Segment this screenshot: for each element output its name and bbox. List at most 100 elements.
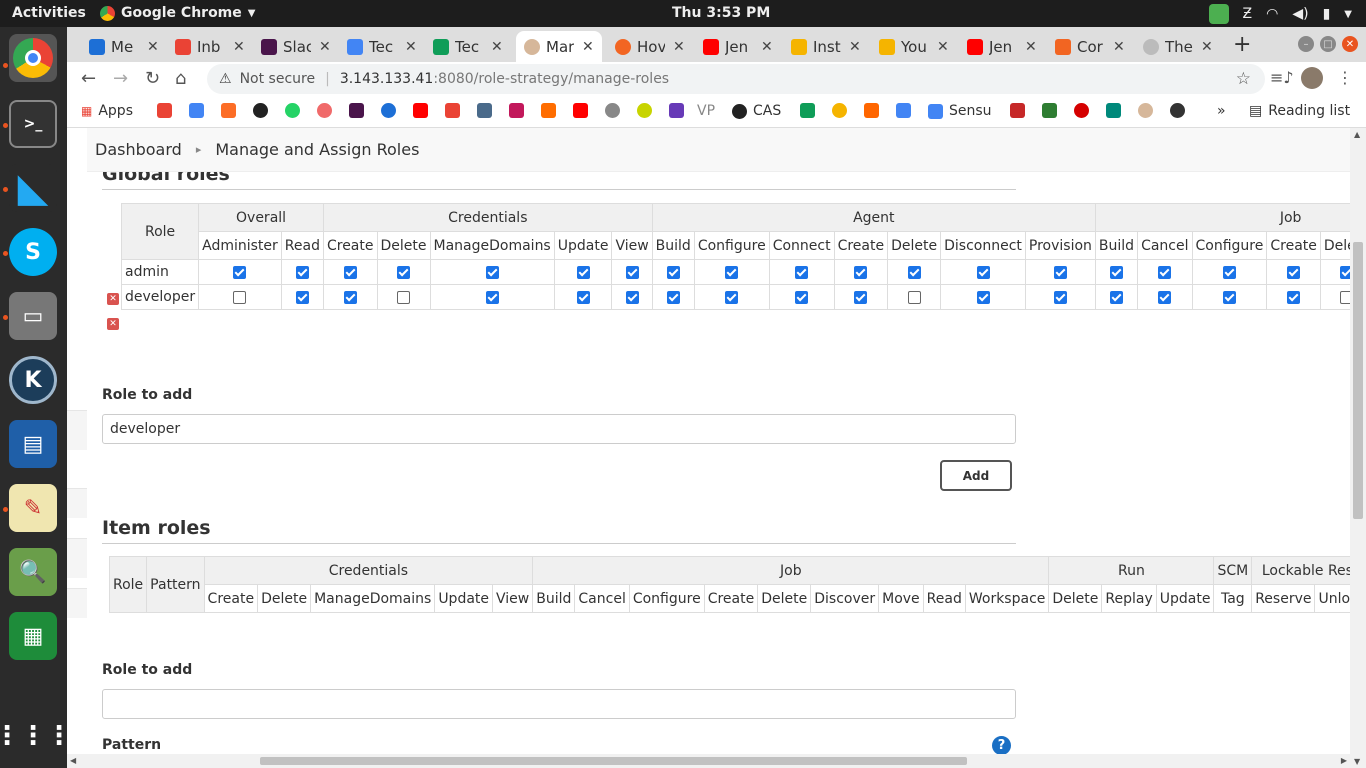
close-icon[interactable]: ✕ xyxy=(761,39,773,55)
permission-checkbox[interactable] xyxy=(1287,265,1301,279)
app-menu[interactable]: Google Chrome ▼ xyxy=(100,5,255,21)
swirl-icon[interactable] xyxy=(509,103,524,118)
forward-icon[interactable]: → xyxy=(113,68,128,89)
close-icon[interactable]: ✕ xyxy=(1025,39,1037,55)
permission-checkbox[interactable] xyxy=(725,265,739,279)
youtube-icon[interactable] xyxy=(413,103,428,118)
scroll-right-icon[interactable]: ▶ xyxy=(1341,756,1347,765)
bookmark-cas[interactable]: CAS xyxy=(732,103,781,119)
item-role-input[interactable] xyxy=(102,689,1016,719)
permission-checkbox[interactable] xyxy=(854,290,868,304)
permission-checkbox[interactable] xyxy=(295,290,309,304)
new-tab-button[interactable]: + xyxy=(1233,32,1251,57)
calc-icon[interactable]: ▦ xyxy=(9,612,57,660)
home-icon[interactable]: ⌂ xyxy=(175,68,186,89)
permission-checkbox[interactable] xyxy=(1158,265,1172,279)
close-icon[interactable]: ✕ xyxy=(405,39,417,55)
tab[interactable]: Jen ✕ xyxy=(959,31,1044,62)
trello-icon[interactable] xyxy=(1042,103,1057,118)
close-window-icon[interactable]: ✕ xyxy=(1342,36,1358,52)
delete-role-icon[interactable]: ✕ xyxy=(107,318,119,330)
permission-checkbox[interactable] xyxy=(397,290,410,304)
battery-icon[interactable]: ▮ xyxy=(1323,6,1331,22)
permission-checkbox[interactable] xyxy=(343,265,357,279)
trello-icon[interactable] xyxy=(1010,103,1025,118)
kite-icon[interactable]: K xyxy=(9,356,57,404)
sheets-icon[interactable] xyxy=(800,103,815,118)
add-button[interactable]: Add xyxy=(940,460,1012,491)
volume-icon[interactable]: ◀) xyxy=(1292,6,1308,22)
permission-checkbox[interactable] xyxy=(295,265,309,279)
address-bar[interactable]: ⚠ Not secure | 3.143.133.41:8080/role-st… xyxy=(207,64,1265,94)
asana-icon[interactable] xyxy=(317,103,332,118)
files-icon[interactable]: ▭ xyxy=(9,292,57,340)
permission-checkbox[interactable] xyxy=(485,290,499,304)
bookmark-sensu[interactable]: Sensu xyxy=(928,103,992,119)
clock[interactable]: Thu 3:53 PM xyxy=(672,5,770,21)
breadcrumb-dashboard[interactable]: Dashboard xyxy=(95,140,182,159)
permission-checkbox[interactable] xyxy=(907,265,921,279)
permission-checkbox[interactable] xyxy=(666,265,680,279)
avatar[interactable] xyxy=(1301,67,1323,89)
globe-icon[interactable] xyxy=(1170,103,1185,118)
permission-checkbox[interactable] xyxy=(795,265,809,279)
slack-icon[interactable] xyxy=(349,103,364,118)
permission-checkbox[interactable] xyxy=(397,265,410,279)
activities-button[interactable]: Activities xyxy=(12,5,86,21)
permission-checkbox[interactable] xyxy=(1109,265,1123,279)
tab[interactable]: Slac ✕ xyxy=(253,31,338,62)
scroll-left-icon[interactable]: ◀ xyxy=(70,756,76,765)
vscode-icon[interactable]: ◣ xyxy=(9,164,57,212)
back-icon[interactable]: ← xyxy=(81,68,96,89)
close-icon[interactable]: ✕ xyxy=(233,39,245,55)
face-icon[interactable] xyxy=(637,103,652,118)
writer-icon[interactable]: ▤ xyxy=(9,420,57,468)
permission-checkbox[interactable] xyxy=(576,290,590,304)
permission-checkbox[interactable] xyxy=(1287,290,1301,304)
permission-checkbox[interactable] xyxy=(485,265,499,279)
docs-icon[interactable] xyxy=(896,103,911,118)
school-icon[interactable] xyxy=(477,103,492,118)
terminal-icon[interactable]: >_ xyxy=(9,100,57,148)
permission-checkbox[interactable] xyxy=(1158,290,1172,304)
permission-checkbox[interactable] xyxy=(233,265,247,279)
bug-icon[interactable] xyxy=(832,103,847,118)
permission-checkbox[interactable] xyxy=(1340,290,1350,304)
reload-icon[interactable]: ↻ xyxy=(145,68,160,89)
gmail-icon[interactable] xyxy=(157,103,172,118)
scrollbar-thumb[interactable] xyxy=(260,757,967,765)
permission-checkbox[interactable] xyxy=(625,290,639,304)
tab[interactable]: Me ✕ xyxy=(81,31,166,62)
close-icon[interactable]: ✕ xyxy=(491,39,503,55)
bookmark-star-icon[interactable]: ☆ xyxy=(1236,69,1251,89)
permission-checkbox[interactable] xyxy=(1109,290,1123,304)
permission-checkbox[interactable] xyxy=(666,290,680,304)
security-label[interactable]: Not secure xyxy=(240,71,316,87)
permission-checkbox[interactable] xyxy=(854,265,868,279)
close-icon[interactable]: ✕ xyxy=(849,39,861,55)
chrome-dock-icon[interactable] xyxy=(9,34,57,82)
cube-icon[interactable] xyxy=(541,103,556,118)
tab[interactable]: Hov ✕ xyxy=(607,31,692,62)
permission-checkbox[interactable] xyxy=(1053,290,1067,304)
media-control-icon[interactable]: ≡♪ xyxy=(1270,68,1294,87)
tab[interactable]: You ✕ xyxy=(871,31,956,62)
tab-active[interactable]: Mar ✕ xyxy=(516,31,602,62)
vertical-scrollbar[interactable]: ▲ ▼ xyxy=(1350,128,1366,768)
scroll-up-icon[interactable]: ▲ xyxy=(1354,130,1360,139)
horizontal-scrollbar[interactable]: ◀ ▶ xyxy=(67,754,1350,768)
hackernews-icon[interactable] xyxy=(864,103,879,118)
permission-checkbox[interactable] xyxy=(1222,290,1236,304)
close-icon[interactable]: ✕ xyxy=(673,39,685,55)
chevron-right-icon[interactable]: » xyxy=(1217,103,1226,119)
close-icon[interactable]: ✕ xyxy=(1201,39,1213,55)
global-role-input[interactable] xyxy=(102,414,1016,444)
image-viewer-icon[interactable]: 🔍 xyxy=(9,548,57,596)
tab[interactable]: Tec ✕ xyxy=(425,31,510,62)
close-icon[interactable]: ✕ xyxy=(582,39,594,55)
scrollbar-thumb[interactable] xyxy=(1353,242,1363,519)
reading-list[interactable]: ▤ Reading list xyxy=(1249,103,1350,119)
permission-checkbox[interactable] xyxy=(233,290,247,304)
youtube-icon[interactable] xyxy=(573,103,588,118)
close-icon[interactable]: ✕ xyxy=(1113,39,1125,55)
